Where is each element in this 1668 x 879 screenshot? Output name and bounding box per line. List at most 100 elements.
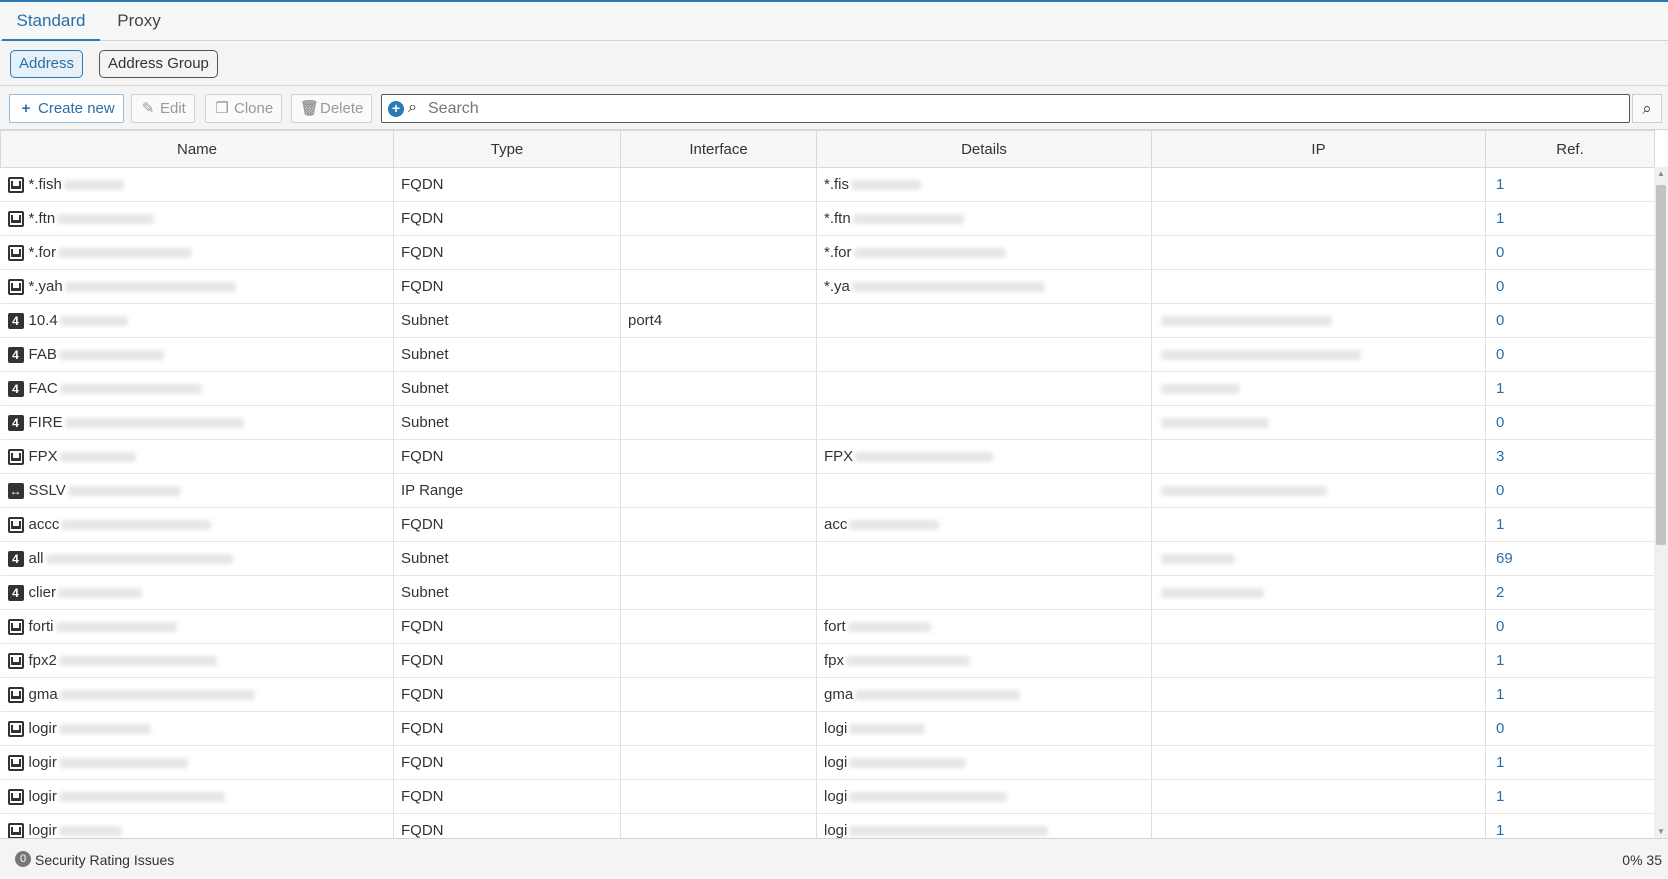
cell-name: logir	[0, 813, 394, 838]
ref-count-link[interactable]: 1	[1485, 779, 1655, 814]
redacted-text	[59, 689, 255, 700]
fqdn-icon	[7, 210, 24, 227]
cell-interface	[620, 677, 817, 712]
cell-type: FQDN	[393, 609, 621, 644]
cell-ip	[1151, 337, 1486, 372]
cell-type: FQDN	[393, 643, 621, 678]
address-group-toggle[interactable]: Address Group	[99, 50, 218, 78]
column-header-details[interactable]: Details	[816, 130, 1152, 168]
redacted-text	[855, 690, 1021, 701]
redacted-text	[55, 621, 177, 632]
table-row[interactable]: accc FQDN acc 1	[0, 507, 1655, 542]
cell-details: *.fis	[816, 167, 1152, 202]
address-table: Name Type Interface Details IP Ref. *.fi…	[0, 130, 1655, 838]
cell-type: FQDN	[393, 677, 621, 712]
ref-count-link[interactable]: 1	[1485, 507, 1655, 542]
ref-count-link[interactable]: 0	[1485, 405, 1655, 440]
cell-name: *.fish	[0, 167, 394, 202]
address-toggle[interactable]: Address	[10, 50, 84, 78]
address-name: gma	[28, 686, 58, 704]
table-row[interactable]: logir FQDN logi 0	[0, 711, 1655, 746]
table-row[interactable]: *.fish FQDN *.fis 1	[0, 167, 1655, 202]
table-row[interactable]: logir FQDN logi 1	[0, 813, 1655, 838]
ref-count-link[interactable]: 2	[1485, 575, 1655, 610]
table-row[interactable]: gma FQDN gma 1	[0, 677, 1655, 712]
footer-bar: 0 Security Rating Issues 0% 35	[0, 838, 1668, 879]
table-row[interactable]: ↔ SSLV IP Range 0	[0, 473, 1655, 508]
security-rating-count-badge[interactable]: 0	[15, 851, 31, 867]
ref-count-link[interactable]: 1	[1485, 677, 1655, 712]
cell-ip	[1151, 643, 1486, 678]
security-rating-issues-link[interactable]: Security Rating Issues	[35, 852, 174, 868]
table-scrollbar[interactable]: ▲ ▼	[1654, 167, 1668, 838]
table-row[interactable]: 4 FAB Subnet 0	[0, 337, 1655, 372]
table-row[interactable]: FPX FQDN FPX 3	[0, 439, 1655, 474]
table-row[interactable]: *.ftn FQDN *.ftn 1	[0, 201, 1655, 236]
cell-name: 4 all	[0, 541, 394, 576]
redacted-text	[58, 791, 225, 802]
edit-button[interactable]: ✎ Edit	[131, 94, 195, 123]
delete-button[interactable]: 🗑Delete	[291, 94, 373, 123]
table-row[interactable]: 4 clier Subnet 2	[0, 575, 1655, 610]
table-row[interactable]: 4 FAC Subnet 1	[0, 371, 1655, 406]
ref-count-link[interactable]: 1	[1485, 167, 1655, 202]
ref-count-link[interactable]: 1	[1485, 745, 1655, 780]
cell-ip	[1151, 711, 1486, 746]
details-text: fort	[824, 618, 846, 635]
redacted-text	[846, 656, 971, 667]
redacted-text	[63, 179, 124, 190]
table-row[interactable]: logir FQDN logi 1	[0, 745, 1655, 780]
ref-count-link[interactable]: 0	[1485, 337, 1655, 372]
table-row[interactable]: forti FQDN fort 0	[0, 609, 1655, 644]
ref-count-link[interactable]: 69	[1485, 541, 1655, 576]
table-row[interactable]: 4 FIRE Subnet 0	[0, 405, 1655, 440]
address-name: logir	[28, 720, 57, 738]
table-row[interactable]: logir FQDN logi 1	[0, 779, 1655, 814]
cell-name: FPX	[0, 439, 394, 474]
cell-interface	[620, 507, 817, 542]
search-box: + ⌕	[381, 94, 1630, 123]
ref-count-link[interactable]: 0	[1485, 609, 1655, 644]
ref-count-link[interactable]: 0	[1485, 711, 1655, 746]
ref-count-link[interactable]: 1	[1485, 643, 1655, 678]
cell-ip	[1151, 235, 1486, 270]
column-header-ref[interactable]: Ref.	[1485, 130, 1655, 168]
ref-count-link[interactable]: 0	[1485, 235, 1655, 270]
cell-name: 4 clier	[0, 575, 394, 610]
ref-count-link[interactable]: 1	[1485, 371, 1655, 406]
redacted-text	[849, 826, 1049, 837]
column-header-name[interactable]: Name	[0, 130, 394, 168]
cell-type: Subnet	[393, 337, 621, 372]
search-input[interactable]	[428, 98, 1618, 120]
cell-type: FQDN	[393, 269, 621, 304]
ref-count-link[interactable]: 0	[1485, 473, 1655, 508]
table-row[interactable]: 4 10.4 Subnet port4 0	[0, 303, 1655, 338]
table-row[interactable]: *.yah FQDN *.ya 0	[0, 269, 1655, 304]
fqdn-icon	[7, 516, 24, 533]
add-filter-icon[interactable]: +	[388, 101, 404, 117]
table-row[interactable]: 4 all Subnet 69	[0, 541, 1655, 576]
table-row[interactable]: fpx2 FQDN fpx 1	[0, 643, 1655, 678]
search-button[interactable]: ⌕	[1632, 94, 1662, 123]
ref-count-link[interactable]: 1	[1485, 813, 1655, 838]
cell-interface	[620, 337, 817, 372]
create-new-button[interactable]: + Create new	[9, 94, 124, 123]
cell-details: logi	[816, 711, 1152, 746]
ref-count-link[interactable]: 0	[1485, 303, 1655, 338]
tab-proxy[interactable]: Proxy	[100, 2, 178, 41]
scroll-down-arrow-icon[interactable]: ▼	[1656, 827, 1666, 836]
ref-count-link[interactable]: 1	[1485, 201, 1655, 236]
column-header-ip[interactable]: IP	[1151, 130, 1486, 168]
scroll-up-arrow-icon[interactable]: ▲	[1656, 169, 1666, 178]
column-header-interface[interactable]: Interface	[620, 130, 817, 168]
tab-standard[interactable]: Standard	[2, 2, 100, 41]
table-row[interactable]: *.for FQDN *.for 0	[0, 235, 1655, 270]
scrollbar-thumb[interactable]	[1656, 185, 1666, 545]
clone-button[interactable]: ❐ Clone	[205, 94, 283, 123]
cell-interface	[620, 745, 817, 780]
ref-count-link[interactable]: 3	[1485, 439, 1655, 474]
ref-count-link[interactable]: 0	[1485, 269, 1655, 304]
cell-interface	[620, 541, 817, 576]
column-header-type[interactable]: Type	[393, 130, 621, 168]
cell-name: logir	[0, 779, 394, 814]
